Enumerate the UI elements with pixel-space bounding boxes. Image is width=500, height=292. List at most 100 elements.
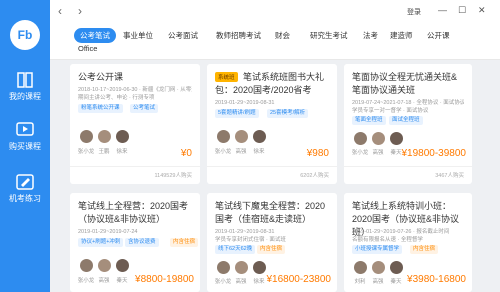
- book-icon: [17, 72, 33, 88]
- course-title: 笔试线上全程营：2020国考（协议班&非协议班）: [78, 201, 189, 224]
- tab-office[interactable]: Office: [78, 44, 97, 53]
- minimize-button[interactable]: —: [438, 5, 447, 15]
- sidebar-item-label: 机考练习: [9, 194, 41, 203]
- teacher-avatar: [354, 132, 367, 145]
- teacher-name: 高强: [235, 279, 247, 285]
- tab-gongkaike[interactable]: 公开课: [427, 30, 450, 41]
- top-bar: ‹ › 登录 — ☐ ✕: [50, 0, 500, 26]
- course-card[interactable]: 笔试线上全程营：2020国考（协议班&非协议班） 2019-01-29~2019…: [70, 193, 200, 292]
- course-price: ¥980: [306, 148, 329, 159]
- app-logo: Fb: [10, 20, 40, 50]
- maximize-button[interactable]: ☐: [458, 5, 466, 16]
- course-price: ¥19800-39800: [401, 148, 466, 159]
- purchase-count: 6202人购买: [300, 173, 329, 179]
- teacher-avatar: [235, 261, 248, 274]
- teacher-name: 王鹏: [98, 149, 110, 155]
- course-date: 2019-01-29~2019-07-24: [78, 229, 138, 235]
- teacher-name: 徐来: [116, 149, 128, 155]
- course-price: ¥0: [180, 148, 192, 159]
- sidebar-item-label: 购买课程: [9, 142, 41, 151]
- course-card[interactable]: 笔试线上系统特训小班：2020国考（协议班&非协议班） 2019-01-29~2…: [344, 193, 472, 292]
- teacher-avatar: [217, 130, 230, 143]
- teacher-avatar: [80, 130, 93, 143]
- course-title: 笔试系统班图书大礼包：2020国考/2020省考: [215, 72, 325, 95]
- sidebar-item-buy-courses[interactable]: 购买课程: [0, 122, 50, 162]
- divider: [207, 166, 337, 167]
- teacher-avatar: [372, 132, 385, 145]
- teacher-name: 秦天: [390, 279, 402, 285]
- course-title: 笔试线下魔鬼全程营：2020国考（佳宿班&走读班）: [215, 201, 326, 224]
- teacher-name: 高强: [372, 150, 384, 156]
- tab-jianzaoshi[interactable]: 建造师: [390, 30, 413, 41]
- purchase-count: 3467人购买: [435, 173, 464, 179]
- course-card[interactable]: 系统班 笔试系统班图书大礼包：2020国考/2020省考 2019-01-29~…: [207, 64, 337, 184]
- course-tag: 笔面全程班: [352, 116, 386, 125]
- teacher-avatar: [98, 130, 111, 143]
- teacher-name: 张小龙: [214, 279, 232, 285]
- sidebar-item-my-courses[interactable]: 我的课程: [0, 72, 50, 112]
- close-button[interactable]: ✕: [478, 5, 486, 16]
- sidebar: Fb 我的课程 购买课程 机考练习: [0, 0, 50, 292]
- tab-gongkao-mianshi[interactable]: 公考面试: [168, 30, 198, 41]
- teacher-name: 张小龙: [77, 278, 95, 284]
- course-price: ¥8800-19800: [135, 274, 194, 285]
- teacher-avatar: [253, 130, 266, 143]
- course-date: 2019-01-29~2019-07-26 · 报名截止时间: [352, 229, 450, 235]
- course-tag: 5套题精讲/刷题: [215, 109, 259, 118]
- teacher-avatar: [98, 259, 111, 272]
- course-tag: 线下62天62晚: [215, 245, 256, 254]
- course-date: 2019-01-29~2019-08-31: [215, 100, 275, 106]
- course-tag: 公考笔试: [130, 104, 159, 113]
- course-tag: 粉笔系统公开课: [78, 104, 123, 113]
- pencil-icon: [16, 174, 34, 190]
- course-card[interactable]: 笔面协议全程无忧通关班&笔面协议通关班 2019-07-24~2021-07-1…: [344, 64, 472, 184]
- teacher-avatar: [354, 261, 367, 274]
- course-price: ¥3980-16800: [407, 274, 466, 285]
- course-card[interactable]: 笔试线下魔鬼全程营：2020国考（佳宿班&走读班） 2019-01-29~201…: [207, 193, 337, 292]
- teacher-avatar: [372, 261, 385, 274]
- teacher-name: 张小龙: [77, 149, 95, 155]
- sidebar-item-exam-practice[interactable]: 机考练习: [0, 174, 50, 214]
- teacher-avatar: [235, 130, 248, 143]
- course-tag: 含协议退费: [125, 238, 159, 247]
- course-tag: 内含住宿: [410, 245, 439, 254]
- play-icon: [16, 122, 34, 136]
- teacher-name: 秦天: [116, 278, 128, 284]
- course-desc: 名额有限报名从速 · 全程督学: [352, 237, 423, 243]
- tab-caikuai[interactable]: 财会: [275, 30, 290, 41]
- course-tag: 小班授课专属督学: [352, 245, 403, 254]
- tab-yanjiusheng[interactable]: 研究生考试: [310, 30, 348, 41]
- teacher-name: 高强: [372, 279, 384, 285]
- teacher-name: 张小龙: [351, 150, 369, 156]
- sidebar-item-label: 我的课程: [9, 92, 41, 101]
- course-desc: 学员专享一对一督学 · 面试协议: [352, 108, 429, 114]
- category-tabs: 公考笔试 事业单位 公考面试 教师招聘考试 财会 研究生考试 法考 建造师 公开…: [50, 26, 500, 60]
- course-tag: 内含住宿: [257, 245, 286, 254]
- course-title: 笔面协议全程无忧通关班&笔面协议通关班: [352, 72, 458, 95]
- divider: [344, 166, 472, 167]
- teacher-name: 高强: [235, 149, 247, 155]
- teacher-avatar: [390, 261, 403, 274]
- course-card[interactable]: 公考公开课 2018-10-17~2019-06-30 · 新疆《龙门网 · 从…: [70, 64, 200, 184]
- back-button[interactable]: ‹: [58, 4, 62, 18]
- teacher-avatar: [116, 259, 129, 272]
- course-tag: 协议+刷题+冲刺: [78, 238, 124, 247]
- tab-shiye-danwei[interactable]: 事业单位: [123, 30, 153, 41]
- tab-jiaoshi-zhaopin[interactable]: 教师招聘考试: [216, 30, 261, 41]
- teacher-name: 张小龙: [214, 149, 232, 155]
- teacher-name: 高强: [98, 278, 110, 284]
- course-date: 2019-07-24~2021-07-18 · 全程协议 · 面试协议: [352, 100, 464, 106]
- divider: [70, 166, 200, 167]
- teacher-name: 徐来: [253, 149, 265, 155]
- teacher-avatar: [80, 259, 93, 272]
- course-tag: 25套模考/解析: [267, 109, 309, 118]
- course-tag: 内含住宿: [170, 238, 199, 247]
- course-date: 2018-10-17~2019-06-30 · 新疆《龙门网 · 从零开始》: [78, 87, 192, 93]
- course-desc: 学员专享封闭式住宿 · 面试班: [215, 237, 286, 243]
- tab-gongkao-bishi[interactable]: 公考笔试: [74, 28, 116, 43]
- teacher-name: 刘利: [354, 279, 366, 285]
- purchase-count: 1149529人购买: [154, 173, 192, 179]
- login-link[interactable]: 登录: [407, 7, 421, 17]
- tab-fakao[interactable]: 法考: [363, 30, 378, 41]
- forward-button[interactable]: ›: [78, 4, 82, 18]
